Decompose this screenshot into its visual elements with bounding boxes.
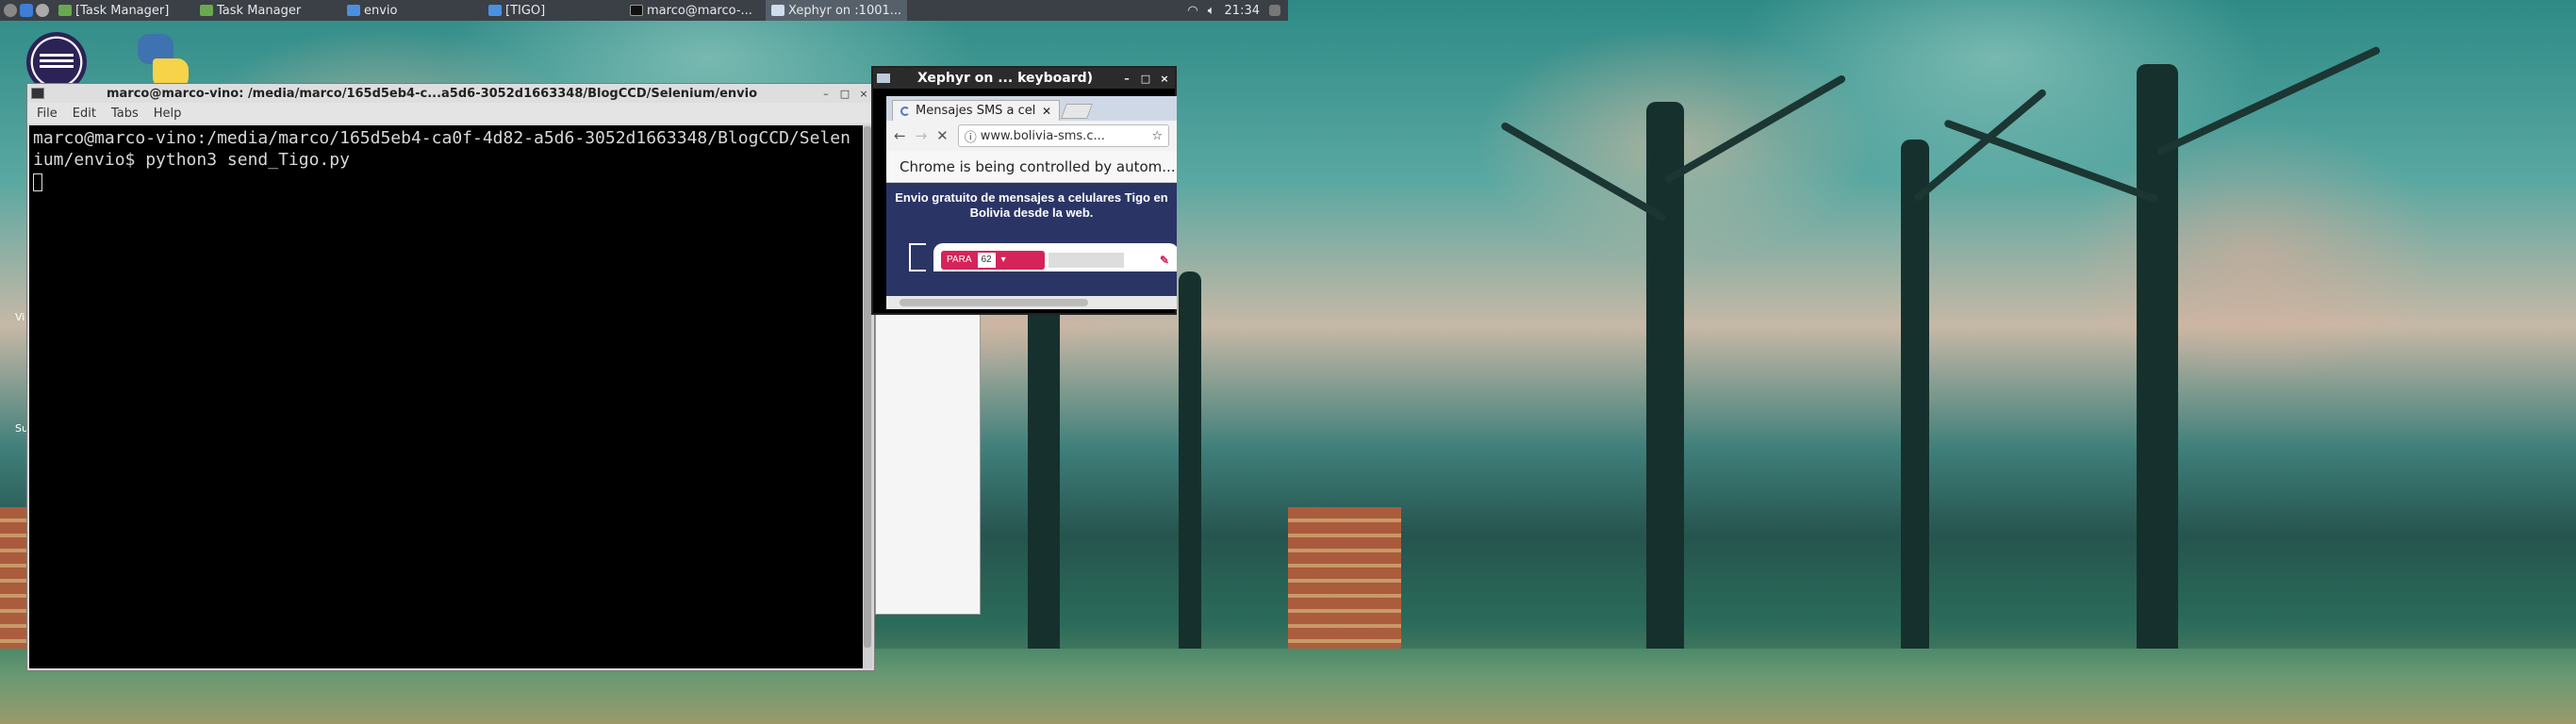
minimize-button[interactable]: –	[819, 87, 833, 100]
wallpaper-tree	[1943, 45, 2382, 667]
folder-icon	[488, 5, 502, 16]
wifi-icon[interactable]: ◠	[1187, 4, 1197, 18]
loading-spinner-icon	[900, 106, 910, 116]
back-icon[interactable]: ←	[894, 127, 906, 144]
scrollbar-thumb[interactable]	[864, 126, 871, 648]
close-button[interactable]: ×	[1158, 72, 1171, 85]
xephyr-window[interactable]: Xephyr on ... keyboard) – □ × Mensajes S…	[871, 66, 1177, 315]
sms-form: PARA 62 ▾ ✎	[933, 243, 1177, 272]
desktop-wallpaper-right	[1288, 0, 2576, 724]
terminal-titlebar[interactable]: marco@marco-vino: /media/marco/165d5eb4-…	[27, 84, 874, 103]
xephyr-title: Xephyr on ... keyboard)	[916, 71, 1094, 86]
folder-icon	[347, 5, 360, 16]
xephyr-titlebar[interactable]: Xephyr on ... keyboard) – □ ×	[873, 68, 1175, 89]
chrome-window[interactable]: Mensajes SMS a cel ✕ ← → ✕ ⓘ www.bolivia…	[886, 96, 1177, 309]
chrome-toolbar: ← → ✕ ⓘ www.bolivia-sms.c... ☆	[886, 121, 1177, 151]
terminal-line: marco@marco-vino:/media/marco/165d5eb4-c…	[33, 128, 850, 148]
terminal-icon	[630, 5, 643, 16]
prefix-select[interactable]: 62	[977, 253, 996, 268]
taskbar-item-label: Task Manager	[217, 3, 302, 18]
forward-icon[interactable]: →	[916, 127, 928, 144]
phone-number-input[interactable]	[1049, 253, 1124, 268]
maximize-button[interactable]: □	[838, 87, 851, 100]
page-subheadline: Bolivia desde la web.	[969, 206, 1094, 220]
chevron-down-icon: ▾	[1000, 255, 1006, 265]
taskbar-item-label: [Task Manager]	[75, 3, 170, 18]
horizontal-scrollbar[interactable]	[886, 296, 1177, 309]
bookmark-star-icon[interactable]: ☆	[1151, 129, 1163, 143]
infobar-text: Chrome is being controlled by autom...	[900, 157, 1176, 175]
settings-icon[interactable]	[36, 4, 49, 17]
system-tray: ◠ 🔈︎ 21:34	[1187, 4, 1288, 18]
chrome-tab[interactable]: Mensajes SMS a cel ✕	[892, 100, 1060, 121]
terminal-window[interactable]: marco@marco-vino: /media/marco/165d5eb4-…	[26, 83, 875, 671]
menu-edit[interactable]: Edit	[73, 107, 96, 121]
terminal-title: marco@marco-vino: /media/marco/165d5eb4-…	[106, 86, 758, 101]
wallpaper-tree	[1499, 74, 1847, 667]
taskbar-item-label: [TIGO]	[505, 3, 546, 18]
taskbar-item-task-manager-2[interactable]: Task Manager	[194, 0, 341, 21]
top-panel: [Task Manager] Task Manager envio [TIGO]…	[0, 0, 1288, 21]
terminal-line: ium/envio$ python3 send_Tigo.py	[33, 150, 350, 170]
stop-icon[interactable]: ✕	[936, 127, 949, 144]
volume-icon[interactable]: 🔈︎	[1208, 4, 1215, 18]
xephyr-icon	[877, 74, 890, 83]
terminal-icon	[31, 88, 44, 99]
terminal-menubar: File Edit Tabs Help	[27, 103, 874, 123]
pencil-icon: ✎	[1160, 254, 1170, 267]
task-manager-icon	[200, 5, 213, 16]
task-manager-icon	[58, 5, 72, 16]
terminal-cursor	[33, 173, 42, 191]
terminal-output[interactable]: marco@marco-vino:/media/marco/165d5eb4-c…	[29, 125, 863, 668]
wallpaper-grass	[1288, 649, 2576, 724]
menu-tabs[interactable]: Tabs	[111, 107, 139, 121]
file-manager-icon[interactable]	[20, 4, 33, 17]
xephyr-icon	[771, 5, 784, 16]
new-tab-button[interactable]	[1061, 104, 1093, 119]
taskbar-item-label: marco@marco-...	[647, 3, 752, 18]
maximize-button[interactable]: □	[1139, 72, 1152, 85]
scrollbar-thumb[interactable]	[900, 299, 1088, 306]
taskbar-item-task-manager-1[interactable]: [Task Manager]	[53, 0, 194, 21]
python-icon[interactable]	[132, 32, 192, 90]
eclipse-bars	[40, 54, 74, 71]
desktop-icon-label: Vi	[15, 311, 25, 323]
address-bar[interactable]: ⓘ www.bolivia-sms.c... ☆	[957, 124, 1169, 147]
power-icon[interactable]	[4, 4, 17, 17]
wallpaper-tree	[1179, 272, 1201, 667]
url-text: www.bolivia-sms.c...	[980, 128, 1105, 143]
tab-title: Mensajes SMS a cel	[916, 104, 1036, 118]
close-button[interactable]: ×	[857, 87, 870, 100]
wallpaper-sky	[1288, 0, 2576, 724]
taskbar-item-label: envio	[364, 3, 398, 18]
web-page: Envio gratuito de mensajes a celulares T…	[886, 183, 1177, 296]
minimize-button[interactable]: –	[1120, 72, 1133, 85]
chrome-tabstrip: Mensajes SMS a cel ✕	[886, 96, 1177, 121]
info-icon[interactable]: ⓘ	[965, 127, 977, 145]
clock[interactable]: 21:34	[1225, 4, 1260, 18]
logout-icon[interactable]	[1269, 5, 1280, 16]
page-headline: Envio gratuito de mensajes a celulares T…	[895, 190, 1168, 205]
taskbar-item-label: Xephyr on :1001...	[788, 3, 902, 18]
recipient-label: PARA	[947, 255, 972, 265]
panel-launchers	[0, 4, 53, 17]
background-window[interactable]	[875, 311, 981, 615]
menu-file[interactable]: File	[37, 107, 58, 121]
taskbar-item-xephyr[interactable]: Xephyr on :1001...	[766, 0, 907, 21]
wallpaper-tree	[1901, 88, 2048, 667]
taskbar-item-tigo[interactable]: [TIGO]	[483, 0, 624, 21]
automation-infobar: Chrome is being controlled by autom...	[886, 151, 1177, 183]
taskbar-item-terminal[interactable]: marco@marco-...	[624, 0, 766, 21]
taskbar-item-envio[interactable]: envio	[341, 0, 483, 21]
menu-help[interactable]: Help	[154, 107, 182, 121]
site-logo-icon	[909, 243, 926, 272]
wallpaper-building	[1288, 507, 1401, 667]
tab-close-icon[interactable]: ✕	[1042, 105, 1051, 118]
recipient-field[interactable]: PARA 62 ▾	[941, 251, 1045, 270]
